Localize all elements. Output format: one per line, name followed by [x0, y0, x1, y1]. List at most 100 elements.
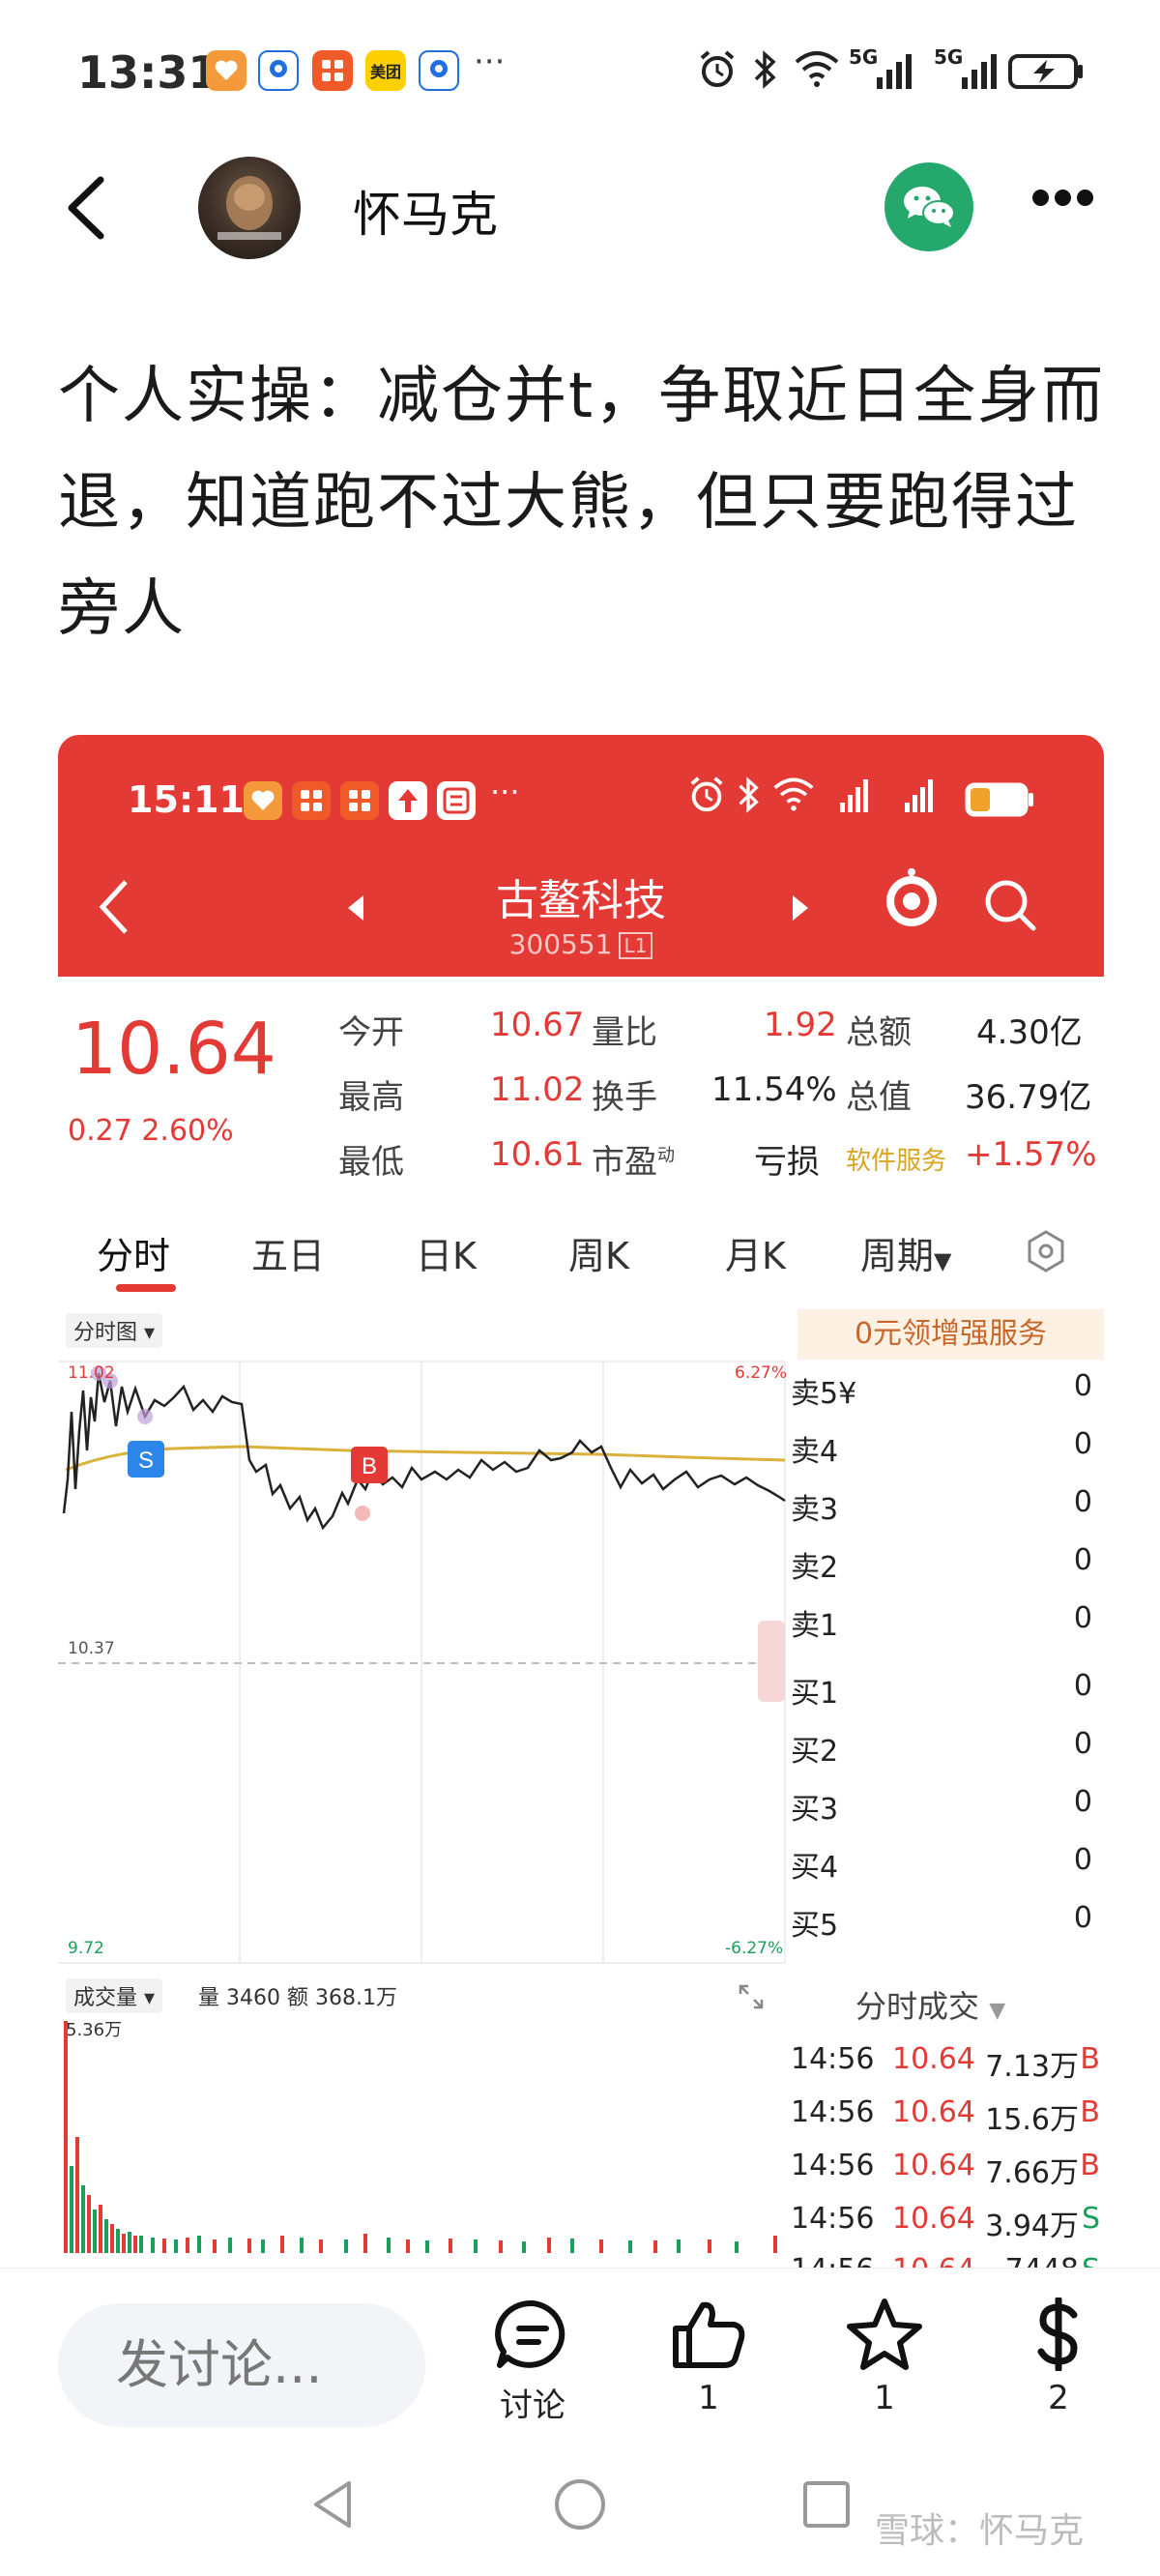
average-price-line	[65, 1445, 786, 1472]
orderbook-label: 买1	[791, 1677, 839, 1711]
volume-selector[interactable]: 成交量 ▾	[66, 1978, 163, 2013]
like-button[interactable]: 1	[655, 2298, 762, 2417]
volume-info: 量 3460 额 368.1万	[198, 1986, 397, 2010]
trade-time: 14:56	[791, 2202, 875, 2236]
stock-name: 古鳌科技	[496, 876, 666, 925]
orderbook-qty: 0	[1073, 1601, 1092, 1635]
price-chart-svg: S B	[58, 1361, 786, 1964]
intraday-chart[interactable]: 分时图 ▾ 0元领增强服务 S B 11.02 6.27% 10.37 9.72…	[58, 1305, 1104, 2282]
status-bar: 13:31 美团 ··· 5G 5G	[0, 0, 1160, 143]
tab-period[interactable]: 周期▼	[860, 1226, 951, 1279]
snowball-watermark: 雪球：怀马克	[875, 2511, 1085, 2551]
favorite-button[interactable]: 1	[831, 2298, 938, 2417]
inner-signal-icon-2	[905, 779, 933, 812]
orderbook-qty: 0	[1073, 1843, 1092, 1877]
trade-price: 10.64	[892, 2095, 975, 2129]
expand-icon[interactable]	[735, 1980, 768, 2013]
quote-low-label: 最低	[338, 1143, 404, 1182]
trade-time: 14:56	[791, 2042, 875, 2076]
author-avatar[interactable]	[198, 157, 301, 259]
tab-daily-k[interactable]: 日K	[416, 1226, 477, 1279]
quote-turnover-label: 换手	[592, 1078, 657, 1117]
trade-price: 10.64	[892, 2042, 975, 2076]
trade-price: 10.64	[892, 2202, 975, 2236]
promo-banner[interactable]: 0元领增强服务	[798, 1309, 1104, 1360]
trades-dropdown-icon: ▼	[989, 1999, 1006, 2023]
author-name[interactable]: 怀马克	[353, 176, 498, 246]
quote-mktcap-label: 总值	[846, 1078, 912, 1117]
quote-pe-value: 亏损	[754, 1143, 820, 1182]
orderbook-qty: 0	[1073, 1669, 1092, 1703]
stock-search-icon[interactable]	[981, 876, 1039, 934]
tab-active-indicator	[116, 1284, 176, 1292]
axis-bottom-price: 9.72	[68, 1939, 104, 1958]
tab-monthly-k[interactable]: 月K	[725, 1226, 786, 1279]
inner-wifi-icon	[773, 777, 814, 811]
chart-settings-icon[interactable]	[1023, 1228, 1069, 1274]
reward-count: 2	[1048, 2379, 1069, 2417]
axis-bottom-pct: -6.27%	[725, 1939, 784, 1958]
trade-side: B	[1080, 2042, 1100, 2076]
back-icon[interactable]	[58, 174, 116, 242]
app-navigation-icon	[258, 50, 299, 91]
thumbs-up-icon	[673, 2301, 745, 2368]
status-time: 13:31	[77, 46, 219, 99]
trade-time: 14:56	[791, 2095, 875, 2129]
signal-bars-icon-1	[877, 54, 912, 89]
nav-recents-icon[interactable]	[798, 2475, 856, 2533]
quote-industry-value: +1.57%	[965, 1135, 1097, 1174]
notification-more-icon: ···	[474, 43, 506, 81]
quote-volratio-value: 1.92	[764, 1006, 837, 1044]
orderbook-qty: 0	[1073, 1727, 1092, 1761]
discuss-button[interactable]: 讨论	[479, 2298, 586, 2426]
signal-bars-icon-2	[962, 54, 997, 89]
like-count: 1	[698, 2379, 719, 2417]
inner-grid-icon	[292, 781, 331, 820]
chart-side-handle	[758, 1621, 785, 1702]
wechat-icon	[904, 187, 955, 227]
volume-bars	[64, 2021, 777, 2253]
inner-heart-icon	[244, 781, 282, 820]
orderbook-label: 买2	[791, 1735, 839, 1769]
orderbook-qty: 0	[1073, 1901, 1092, 1935]
orderbook-label: 卖3	[791, 1493, 839, 1527]
reward-button[interactable]: 2	[1005, 2296, 1112, 2417]
buy-marker-text: B	[362, 1453, 377, 1479]
tab-five-day[interactable]: 五日	[251, 1226, 325, 1279]
tick-trades-title[interactable]: 分时成交 ▼	[856, 1982, 1005, 2027]
inner-bluetooth-icon	[739, 776, 759, 813]
inner-grid2-icon	[340, 781, 379, 820]
discuss-icon	[495, 2299, 566, 2368]
tab-weekly-k[interactable]: 周K	[568, 1226, 629, 1279]
quote-mktcap-value: 36.79亿	[965, 1078, 1092, 1117]
bottom-action-bar: 发讨论... 讨论 1 1 2	[0, 2268, 1160, 2442]
quote-turnover-value: 11.54%	[711, 1070, 837, 1109]
app-navigation2-icon	[419, 50, 459, 91]
quote-open-value: 10.67	[490, 1006, 585, 1044]
quote-amount-label: 总额	[846, 1013, 912, 1052]
chart-tabs: 分时 五日 日K 周K 月K 周期▼	[58, 1207, 1104, 1300]
star-icon	[847, 2298, 922, 2370]
app-meituan-icon: 美团	[365, 50, 406, 91]
stock-header-bar: 15:11 ··· 古鳌科技 300551 L1	[58, 735, 1104, 977]
inner-upload-icon	[389, 781, 427, 820]
more-options-icon[interactable]	[1032, 190, 1100, 213]
wechat-share-button[interactable]	[884, 162, 973, 251]
tab-intraday[interactable]: 分时	[97, 1226, 170, 1279]
comment-input[interactable]: 发讨论...	[58, 2303, 425, 2427]
inner-battery-low-icon	[965, 782, 1033, 817]
nav-home-icon[interactable]	[551, 2475, 609, 2533]
orderbook-label: 买3	[791, 1793, 839, 1827]
quote-high-label: 最高	[338, 1078, 404, 1117]
orderbook-label: 买4	[791, 1851, 839, 1885]
quote-open-label: 今开	[338, 1013, 404, 1052]
orderbook-label: 买5	[791, 1909, 839, 1943]
next-stock-icon[interactable]	[793, 895, 808, 921]
robot-assistant-icon[interactable]	[882, 868, 942, 934]
signal-5g-label-1: 5G	[849, 45, 879, 69]
current-price: 10.64	[72, 1008, 276, 1091]
trade-side: B	[1080, 2095, 1100, 2129]
orderbook-qty: 0	[1073, 1485, 1092, 1519]
nav-back-icon[interactable]	[304, 2475, 362, 2533]
quote-industry-label[interactable]: 软件服务	[846, 1141, 946, 1177]
